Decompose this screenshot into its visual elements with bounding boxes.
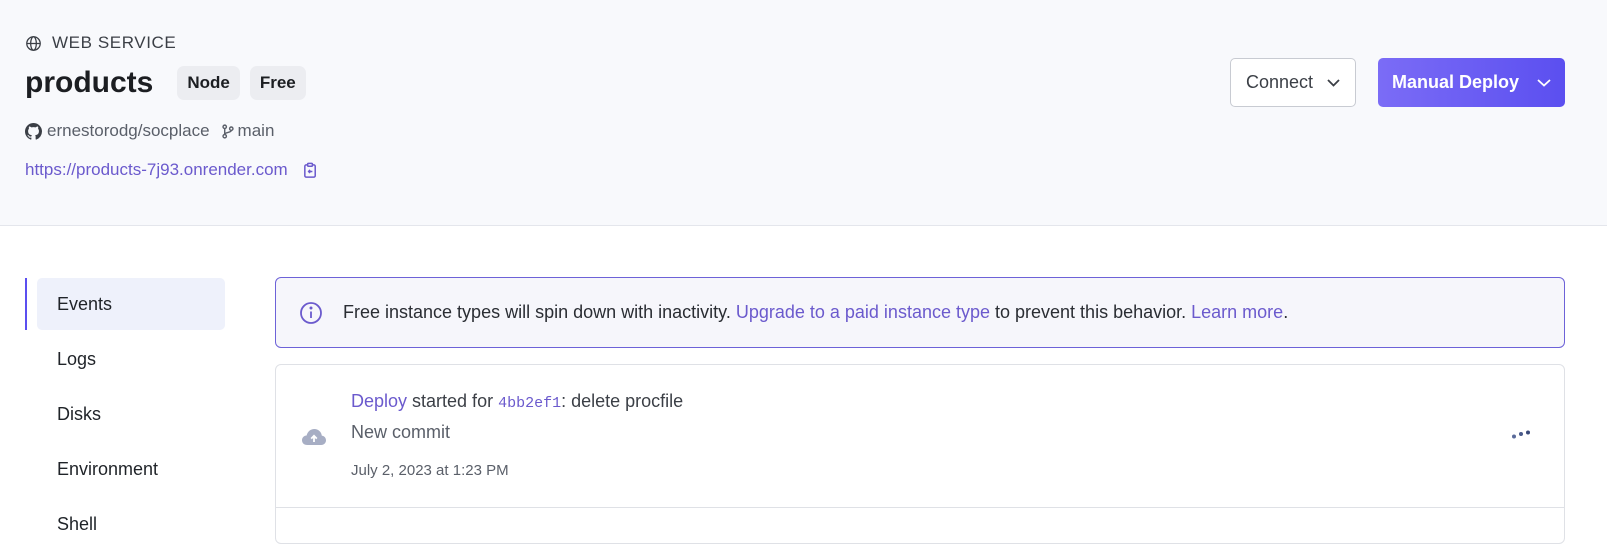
service-url-link[interactable]: https://products-7j93.onrender.com <box>25 160 288 180</box>
git-branch-icon <box>221 123 234 139</box>
manual-deploy-label: Manual Deploy <box>1391 72 1520 92</box>
free-instance-notice: Free instance types will spin down with … <box>275 277 1565 348</box>
event-text: started for <box>407 391 499 411</box>
cloud-upload-icon <box>302 429 326 445</box>
deploy-link[interactable]: Deploy <box>351 391 407 411</box>
sidebar-nav: Events Logs Disks Environment Shell <box>25 278 225 553</box>
commit-hash[interactable]: 4bb2ef1 <box>498 395 561 412</box>
branch-name[interactable]: main <box>238 121 275 141</box>
github-icon <box>25 122 42 140</box>
sidebar-item-label: Events <box>57 293 113 314</box>
connect-button[interactable]: Connect <box>1230 58 1356 107</box>
service-type-label: WEB SERVICE <box>52 33 177 52</box>
globe-icon <box>26 35 41 51</box>
plan-badge: Free <box>249 66 306 100</box>
chevron-down-icon <box>1327 78 1340 87</box>
service-url-row: https://products-7j93.onrender.com <box>25 160 320 180</box>
sidebar-item-shell[interactable]: Shell <box>25 498 225 550</box>
service-header: WEB SERVICE products Node Free ernestoro… <box>0 0 1607 226</box>
info-icon <box>300 301 322 324</box>
connect-label: Connect <box>1245 72 1314 92</box>
service-type: WEB SERVICE <box>25 33 176 53</box>
event-title: Deploy started for 4bb2ef1: delete procf… <box>351 391 683 412</box>
sidebar-item-label: Logs <box>57 348 97 369</box>
sidebar-item-label: Disks <box>57 403 101 424</box>
notice-text-start: Free instance types will spin down with … <box>343 302 736 322</box>
sidebar-item-label: Shell <box>57 513 98 534</box>
notice-text: Free instance types will spin down with … <box>343 302 1288 323</box>
repo-info: ernestorodg/socplace main <box>25 121 274 141</box>
event-list: Deploy started for 4bb2ef1: delete procf… <box>275 364 1565 544</box>
runtime-badge: Node <box>177 66 240 100</box>
repo-name[interactable]: ernestorodg/socplace <box>47 121 210 141</box>
notice-text-middle: to prevent this behavior. <box>990 302 1192 322</box>
divider <box>276 507 1564 508</box>
event-timestamp: July 2, 2023 at 1:23 PM <box>351 462 509 479</box>
upgrade-link[interactable]: Upgrade to a paid instance type <box>736 302 990 322</box>
event-subtitle: New commit <box>351 422 451 442</box>
sidebar-item-logs[interactable]: Logs <box>25 333 225 385</box>
loading-spinner-icon <box>1512 430 1530 439</box>
copy-url-button[interactable] <box>302 161 320 179</box>
commit-message: : delete procfile <box>561 391 684 411</box>
manual-deploy-button[interactable]: Manual Deploy <box>1378 58 1565 107</box>
sidebar-item-label: Environment <box>57 458 159 479</box>
sidebar-item-environment[interactable]: Environment <box>25 443 225 495</box>
chevron-down-icon <box>1537 78 1551 87</box>
learn-more-link[interactable]: Learn more <box>1191 302 1283 322</box>
title-row: products Node Free <box>25 66 316 100</box>
branch-info: main <box>221 121 275 141</box>
clipboard-copy-icon <box>304 162 317 178</box>
page-title: products <box>25 66 154 99</box>
sidebar-item-events[interactable]: Events <box>37 278 225 330</box>
sidebar-item-disks[interactable]: Disks <box>25 388 225 440</box>
notice-text-end: . <box>1283 302 1289 322</box>
